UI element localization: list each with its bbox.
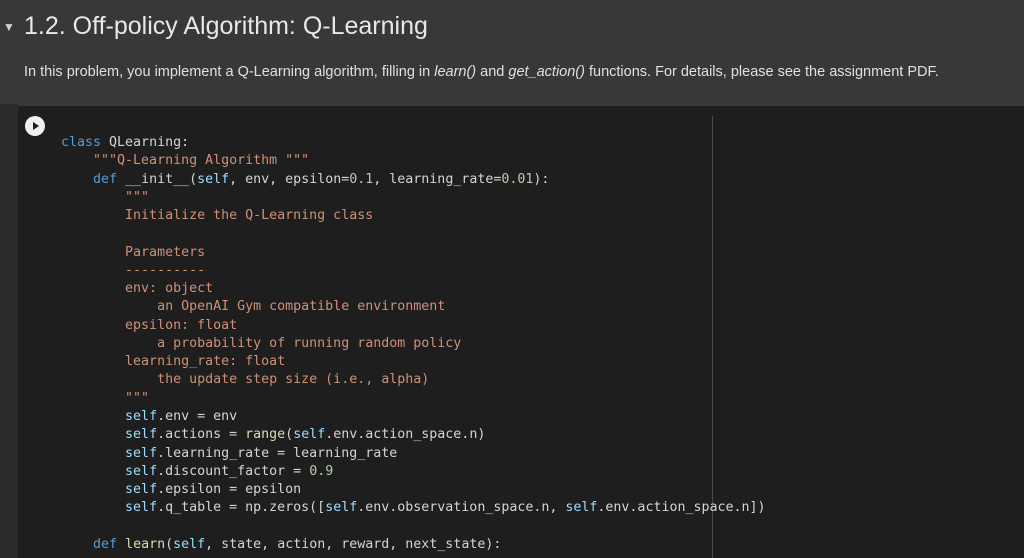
code-token-fn: range (245, 427, 286, 443)
code-line: self.learning_rate = learning_rate (61, 445, 766, 463)
code-editor[interactable]: class QLearning: """Q-Learning Algorithm… (61, 134, 766, 554)
code-token-tx: .env.observation_space.n, (357, 500, 566, 516)
code-token-kw: class (61, 135, 102, 150)
code-token-str: """Q-Learning Algorithm """ (61, 153, 310, 169)
code-line: self.env = env (61, 408, 766, 426)
code-token-str: an OpenAI Gym compatible environment (61, 299, 446, 315)
code-line: the update step size (i.e., alpha) (61, 371, 766, 389)
section-header: ▼ 1.2. Off-policy Algorithm: Q-Learning … (0, 0, 1024, 104)
code-token-self: self (565, 500, 598, 516)
code-token-str: """ (61, 390, 150, 406)
code-token-tx: .env.action_space.n]) (597, 500, 766, 516)
code-token-tx: .q_table = np.zeros([ (157, 500, 326, 516)
code-token-self: self (125, 500, 158, 516)
code-line: self.discount_factor = 0.9 (61, 463, 766, 481)
code-line: """Q-Learning Algorithm """ (61, 152, 766, 170)
code-token-str: Parameters (61, 244, 206, 260)
code-token-tx (117, 537, 125, 552)
code-token-num: 0.9 (309, 463, 334, 479)
cell-gutter (0, 104, 18, 558)
code-token-tx: ): (533, 171, 550, 187)
code-token-tx (61, 464, 125, 479)
code-line: ---------- (61, 262, 766, 280)
desc-text: and (476, 64, 509, 80)
code-token-tx: __init__( (117, 171, 198, 187)
code-token-tx: .epsilon = epsilon (157, 482, 302, 498)
code-token-tx: ( (165, 536, 174, 552)
desc-learn: learn() (434, 64, 477, 80)
code-token-str: """ (61, 189, 150, 205)
code-token-str: learning_rate: float (61, 354, 286, 370)
code-line: self.q_table = np.zeros([self.env.observ… (61, 499, 766, 517)
code-line: """ (61, 390, 766, 408)
run-cell-button[interactable] (25, 116, 45, 136)
code-token-tx: , env, epsilon= (229, 171, 350, 187)
code-token-self: self (125, 482, 158, 498)
code-token-tx: .env = env (157, 408, 238, 424)
code-token-tx: ( (285, 427, 294, 443)
code-token-tx: .learning_rate = learning_rate (157, 445, 398, 461)
code-token-num: 0.1 (349, 171, 374, 187)
section-description: In this problem, you implement a Q-Learn… (24, 64, 939, 80)
code-token-num: 0.01 (501, 171, 534, 187)
code-line: self.actions = range(self.env.action_spa… (61, 426, 766, 444)
code-line: """ (61, 189, 766, 207)
code-token-str: the update step size (i.e., alpha) (61, 372, 430, 388)
code-line: env: object (61, 280, 766, 298)
code-token-str: a probability of running random policy (61, 335, 462, 351)
code-line: def __init__(self, env, epsilon=0.1, lea… (61, 171, 766, 189)
code-token-self: self (125, 408, 158, 424)
code-line: self.epsilon = epsilon (61, 481, 766, 499)
code-token-self: self (125, 445, 158, 461)
section-title: 1.2. Off-policy Algorithm: Q-Learning (24, 12, 428, 40)
code-line: an OpenAI Gym compatible environment (61, 298, 766, 316)
code-token-kw: def (61, 536, 118, 552)
code-token-tx: , learning_rate= (373, 171, 502, 187)
code-token-tx (61, 482, 125, 497)
code-token-str: epsilon: float (61, 317, 238, 333)
desc-get-action: get_action() (508, 64, 585, 80)
code-token-str: Initialize the Q-Learning class (61, 208, 374, 224)
code-line: a probability of running random policy (61, 335, 766, 353)
code-token-self: self (293, 427, 326, 443)
code-line: epsilon: float (61, 317, 766, 335)
code-token-self: self (125, 463, 158, 479)
desc-text: functions. For details, please see the a… (584, 64, 939, 80)
code-token-tx: .env.action_space.n) (325, 427, 486, 443)
code-token-kw: def (61, 171, 118, 187)
code-token-fn: learn (125, 536, 166, 552)
code-token-str: ---------- (61, 262, 206, 278)
code-line: learning_rate: float (61, 353, 766, 371)
code-token-tx (61, 409, 125, 424)
code-token-tx (61, 446, 125, 461)
code-token-self: self (173, 536, 206, 552)
code-line: Parameters (61, 244, 766, 262)
code-line: class QLearning: (61, 134, 766, 152)
code-token-str: env: object (61, 281, 214, 297)
code-token-tx: QLearning: (101, 135, 190, 150)
desc-text: In this problem, you implement a Q-Learn… (24, 64, 435, 80)
code-line: def learn(self, state, action, reward, n… (61, 536, 766, 554)
code-token-self: self (197, 171, 230, 187)
code-token-tx (61, 500, 125, 515)
code-token-self: self (125, 427, 158, 443)
collapse-caret-icon[interactable]: ▼ (3, 20, 15, 34)
code-token-tx: .discount_factor = (157, 463, 310, 479)
code-token-tx: .actions = (157, 427, 246, 443)
code-token-tx (61, 427, 125, 442)
code-token-self: self (325, 500, 358, 516)
code-line: Initialize the Q-Learning class (61, 207, 766, 225)
code-token-tx: , state, action, reward, next_state): (205, 536, 502, 552)
